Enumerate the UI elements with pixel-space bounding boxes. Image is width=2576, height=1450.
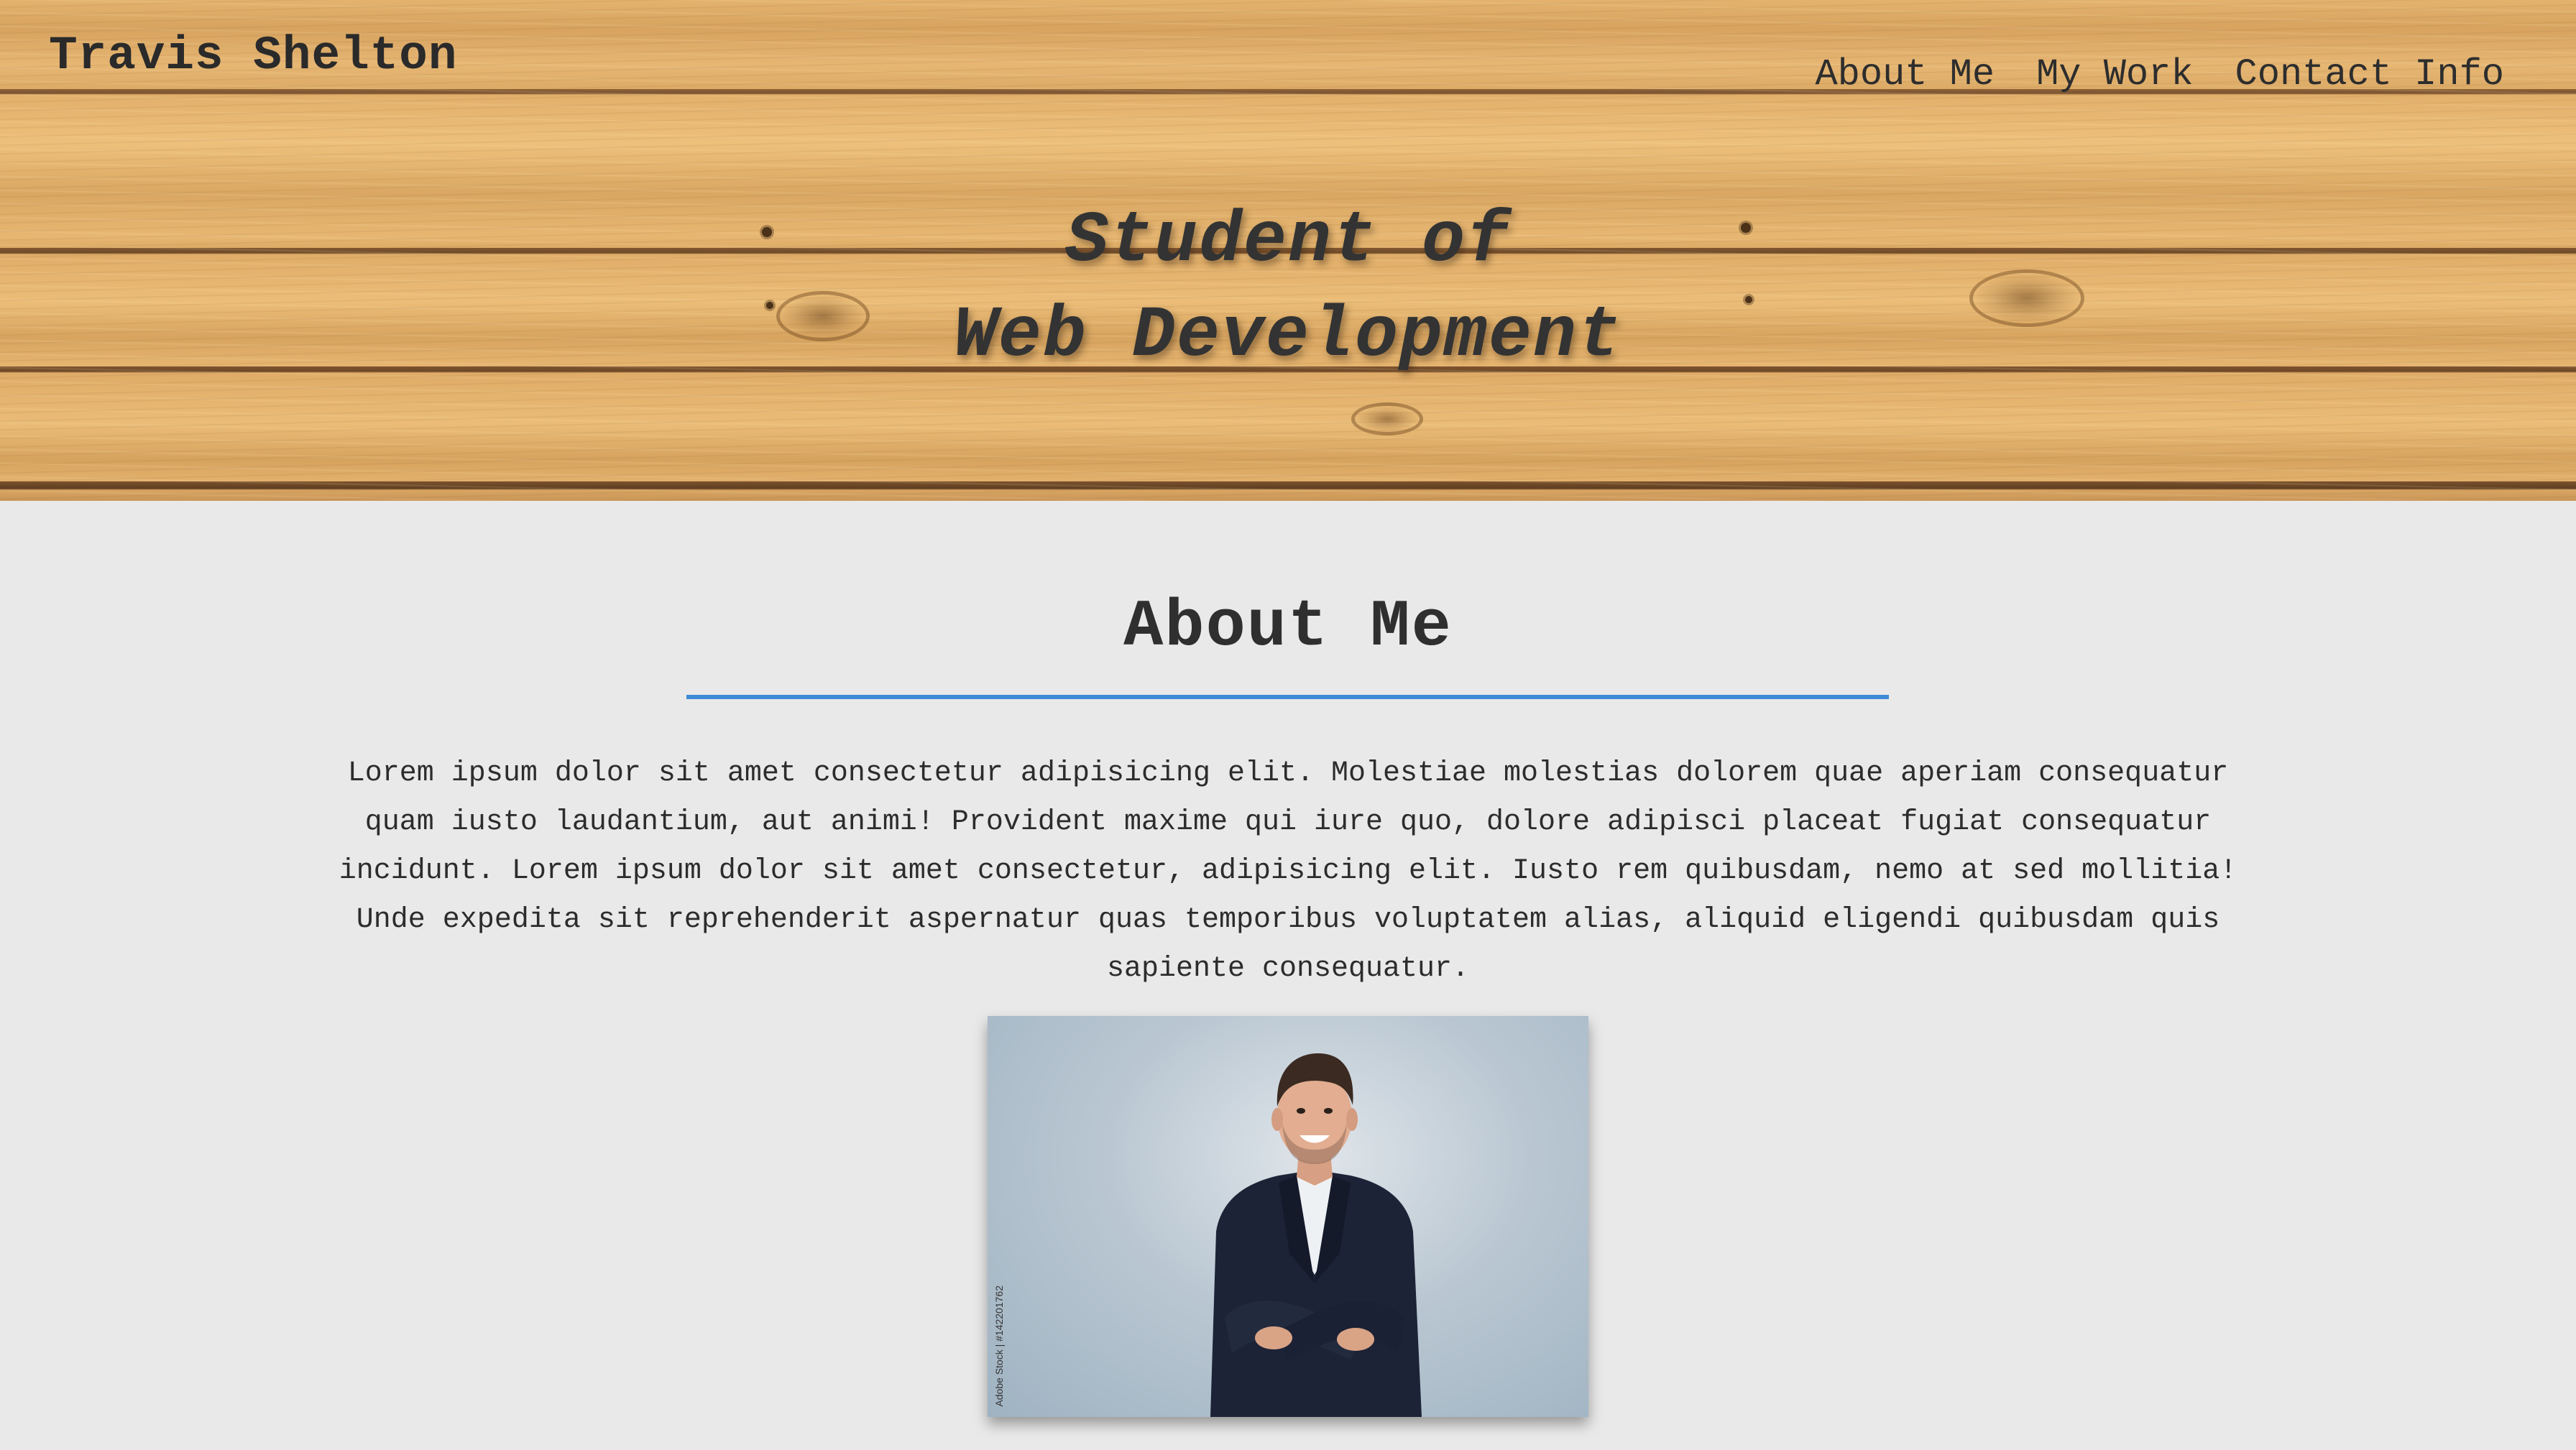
about-paragraph: Lorem ipsum dolor sit amet consectetur a…: [339, 757, 2237, 985]
nav-link-contact-info[interactable]: Contact Info: [2235, 53, 2504, 96]
main-nav: About Me My Work Contact Info: [1815, 53, 2504, 96]
profile-photo: Adobe Stock | #142201762: [988, 1016, 1588, 1417]
hero-header: Travis Shelton About Me My Work Contact …: [0, 0, 2576, 501]
wood-knot: [1351, 402, 1423, 435]
nav-link-about-me[interactable]: About Me: [1815, 53, 1995, 96]
nav-link-my-work[interactable]: My Work: [2036, 53, 2193, 96]
hero-tagline-line-2: Web Development: [953, 296, 1623, 377]
hero-tagline: Student of Web Development: [0, 195, 2576, 384]
hero-tagline-line-1: Student of: [1064, 201, 1512, 282]
section-divider: [686, 695, 1889, 699]
stock-watermark: Adobe Stock | #142201762: [993, 1285, 1005, 1407]
person-illustration: [1210, 1053, 1422, 1417]
site-brand[interactable]: Travis Shelton: [49, 29, 458, 83]
about-heading: About Me: [1123, 589, 1453, 665]
